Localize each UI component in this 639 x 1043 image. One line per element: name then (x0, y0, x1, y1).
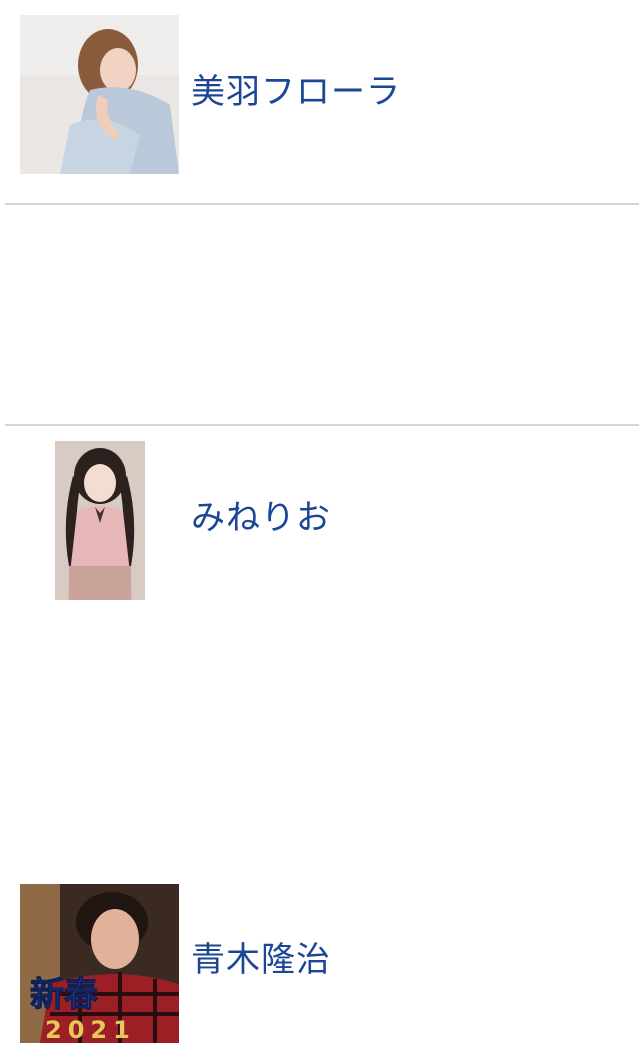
overlay-caption: 新春 (30, 975, 98, 1015)
list-item[interactable]: 美羽フローラ (0, 0, 639, 204)
list-item[interactable]: みねりお (0, 205, 639, 600)
photo-illustration: 新春 2021 (20, 884, 179, 1043)
thumbnail-image[interactable] (20, 15, 179, 174)
thumbnail-image[interactable]: 新春 2021 (20, 884, 179, 1043)
performer-name-link[interactable]: 青木隆治 (191, 940, 331, 980)
photo-illustration (20, 15, 179, 174)
performer-list: 美羽フローラ みねりお 新春 2021 青木隆治 (0, 0, 639, 1043)
performer-name-link[interactable]: 美羽フローラ (191, 72, 401, 112)
overlay-year: 2021 (45, 1016, 136, 1043)
list-item[interactable]: 新春 2021 青木隆治 (0, 426, 639, 1043)
